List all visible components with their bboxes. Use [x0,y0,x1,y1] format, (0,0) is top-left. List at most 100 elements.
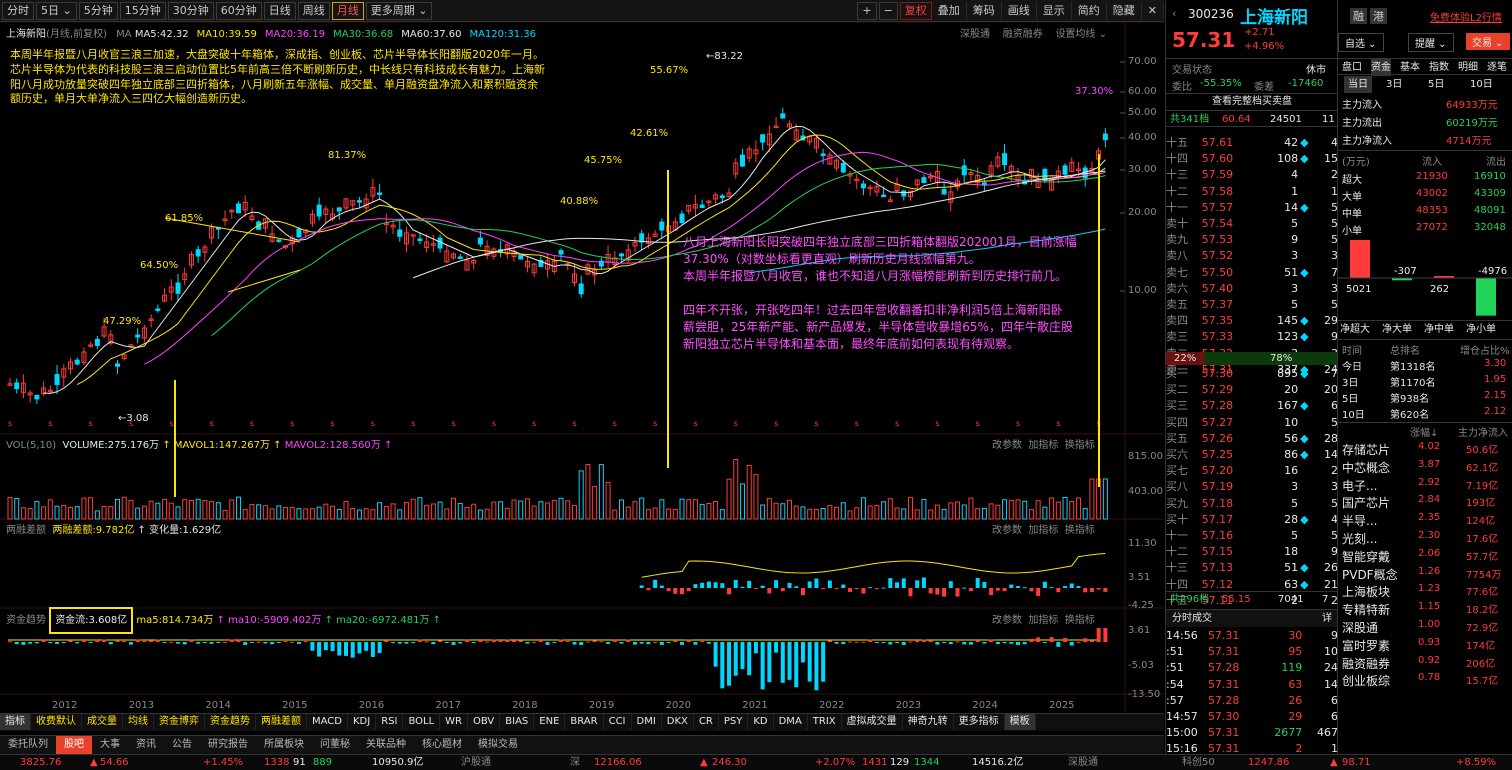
chart-canvas[interactable]: ssssssssssssssssssssssssssss [0,22,1164,712]
ask-row[interactable]: 十五 57.61 42 ◆ 4 [1166,135,1338,151]
ind-tab-19[interactable]: CR [694,714,719,730]
sector-name[interactable]: 中芯概念 [1342,459,1390,476]
fund-tab-0[interactable]: 盘口 [1342,59,1362,76]
fund-tab-3[interactable]: 指数 [1429,59,1449,76]
bid-row[interactable]: 买四 57.27 10 5 [1166,415,1338,431]
bottom-tab-2[interactable]: 大事 [92,736,128,754]
sector-name[interactable]: 电子... [1342,477,1377,494]
margin-swap-link[interactable]: 换指标 [1065,525,1095,536]
sector-name[interactable]: 深股通 [1342,619,1378,636]
bid-row[interactable]: 买七 57.20 16 2 [1166,463,1338,479]
close-icon[interactable]: ✕ [1142,1,1164,20]
ind-tab-5[interactable]: 资金趋势 [205,714,256,730]
bottom-tab-6[interactable]: 所属板块 [256,736,312,754]
ind-tab-16[interactable]: CCI [604,714,632,730]
bottom-tab-8[interactable]: 关联品种 [358,736,414,754]
fund-period-1[interactable]: 3日 [1386,76,1402,93]
ind-tab-8[interactable]: KDJ [348,714,377,730]
sector-name[interactable]: 富时罗素 [1342,637,1390,654]
bid-row[interactable]: 买三 57.28 167 ◆ 6 [1166,398,1338,414]
bid-row[interactable]: 买二 57.29 20 20 [1166,382,1338,398]
set-ma-link[interactable]: 设置均线 [1055,29,1095,40]
full-book-button[interactable]: 查看完整档买卖盘 [1166,93,1338,109]
display-button[interactable]: 显示 [1037,1,1072,20]
ask-row[interactable]: 十二 57.58 1 1 [1166,184,1338,200]
sgt-link[interactable]: 深股通 [960,29,990,40]
ind-tab-12[interactable]: OBV [468,714,501,730]
period-4[interactable]: 30分钟 [167,1,214,20]
period-9[interactable]: 更多周期 ⌄ [365,1,433,20]
period-5[interactable]: 60分钟 [215,1,262,20]
bid-row[interactable]: 十三 57.13 51 ◆ 26 [1166,560,1338,576]
ind-tab-15[interactable]: BRAR [565,714,604,730]
ind-tab-17[interactable]: DMI [632,714,662,730]
bid-row[interactable]: 买一 57.30 895 ◆ 7 [1166,366,1338,382]
ind-tab-3[interactable]: 均线 [123,714,154,730]
alert-button[interactable]: 提醒 ⌄ [1408,33,1454,52]
period-8[interactable]: 月线 [331,1,364,20]
sector-name[interactable]: 智能穿戴 [1342,548,1390,565]
l2-trial-link[interactable]: 免费体验L2行情 [1430,9,1502,24]
ind-tab-0[interactable]: 指标 [0,714,31,730]
bid-row[interactable]: 买六 57.25 86 ◆ 14 [1166,447,1338,463]
bid-row[interactable]: 买八 57.19 3 3 [1166,479,1338,495]
fund-tab-2[interactable]: 基本 [1400,59,1420,76]
ask-row[interactable]: 卖十 57.54 5 5 [1166,216,1338,232]
flow-edit-link[interactable]: 改参数 [992,615,1022,626]
bid-row[interactable]: 十二 57.15 18 9 [1166,544,1338,560]
hgt-label[interactable]: 沪股通 [461,755,491,770]
sector-name[interactable]: 上海板块 [1342,583,1390,600]
vol-swap-link[interactable]: 换指标 [1065,440,1095,451]
bottom-tab-5[interactable]: 研究报告 [200,736,256,754]
ask-row[interactable]: 卖八 57.52 3 3 [1166,248,1338,264]
vol-add-link[interactable]: 加指标 [1028,440,1058,451]
bid-row[interactable]: 买九 57.18 5 5 [1166,496,1338,512]
ind-tab-18[interactable]: DKX [662,714,694,730]
ind-tab-21[interactable]: KD [748,714,774,730]
period-6[interactable]: 日线 [263,1,296,20]
vol-edit-link[interactable]: 改参数 [992,440,1022,451]
watchlist-button[interactable]: 自选 ⌄ [1338,33,1384,52]
ticks-detail-button[interactable]: 详 [1322,610,1332,628]
sh-index[interactable]: 3825.76 [20,755,61,770]
hide-button[interactable]: 隐藏 [1107,1,1142,20]
bottom-tab-0[interactable]: 委托队列 [0,736,56,754]
bottom-tab-7[interactable]: 问董秘 [312,736,358,754]
sector-name[interactable]: 融资融券 [1342,655,1390,672]
fund-period-0[interactable]: 当日 [1344,76,1372,93]
period-7[interactable]: 周线 [297,1,330,20]
margin-edit-link[interactable]: 改参数 [992,525,1022,536]
sgt-label[interactable]: 深股通 [1068,755,1098,770]
fund-tab-1[interactable]: 资金 [1371,59,1391,76]
ind-tab-2[interactable]: 成交量 [82,714,123,730]
period-0[interactable]: 分时 [2,1,34,20]
bid-row[interactable]: 买五 57.26 56 ◆ 28 [1166,431,1338,447]
fund-tab-4[interactable]: 明细 [1458,59,1478,76]
ind-tab-7[interactable]: MACD [307,714,348,730]
prev-stock-icon[interactable]: ‹ [1172,7,1176,20]
flow-swap-link[interactable]: 换指标 [1065,615,1095,626]
ind-tab-23[interactable]: TRIX [808,714,842,730]
bid-row[interactable]: 买十 57.17 28 ◆ 4 [1166,512,1338,528]
bottom-tab-3[interactable]: 资讯 [128,736,164,754]
minus-button[interactable]: − [878,1,898,20]
rzrq-link[interactable]: 融资融券 [1003,29,1043,40]
fuquan-button[interactable]: 复权 [899,1,932,20]
period-3[interactable]: 15分钟 [119,1,166,20]
bid-row[interactable]: 十一 57.16 5 5 [1166,528,1338,544]
simple-button[interactable]: 简约 [1072,1,1107,20]
sector-name[interactable]: 半导... [1342,512,1377,529]
flow-add-link[interactable]: 加指标 [1028,615,1058,626]
chip-button[interactable]: 筹码 [967,1,1002,20]
ind-tab-13[interactable]: BIAS [500,714,535,730]
sector-name[interactable]: 专精特新 [1342,601,1390,618]
ask-row[interactable]: 卖六 57.40 3 3 [1166,281,1338,297]
ask-row[interactable]: 卖七 57.50 51 ◆ 7 [1166,265,1338,281]
sector-name[interactable]: 存储芯片 [1342,441,1390,458]
ind-tab-22[interactable]: DMA [774,714,808,730]
period-2[interactable]: 5分钟 [78,1,118,20]
ind-tab-9[interactable]: RSI [376,714,404,730]
ind-tab-6[interactable]: 两融差额 [256,714,307,730]
bottom-tab-1[interactable]: 股吧 [56,736,92,754]
overlay-button[interactable]: 叠加 [932,1,967,20]
